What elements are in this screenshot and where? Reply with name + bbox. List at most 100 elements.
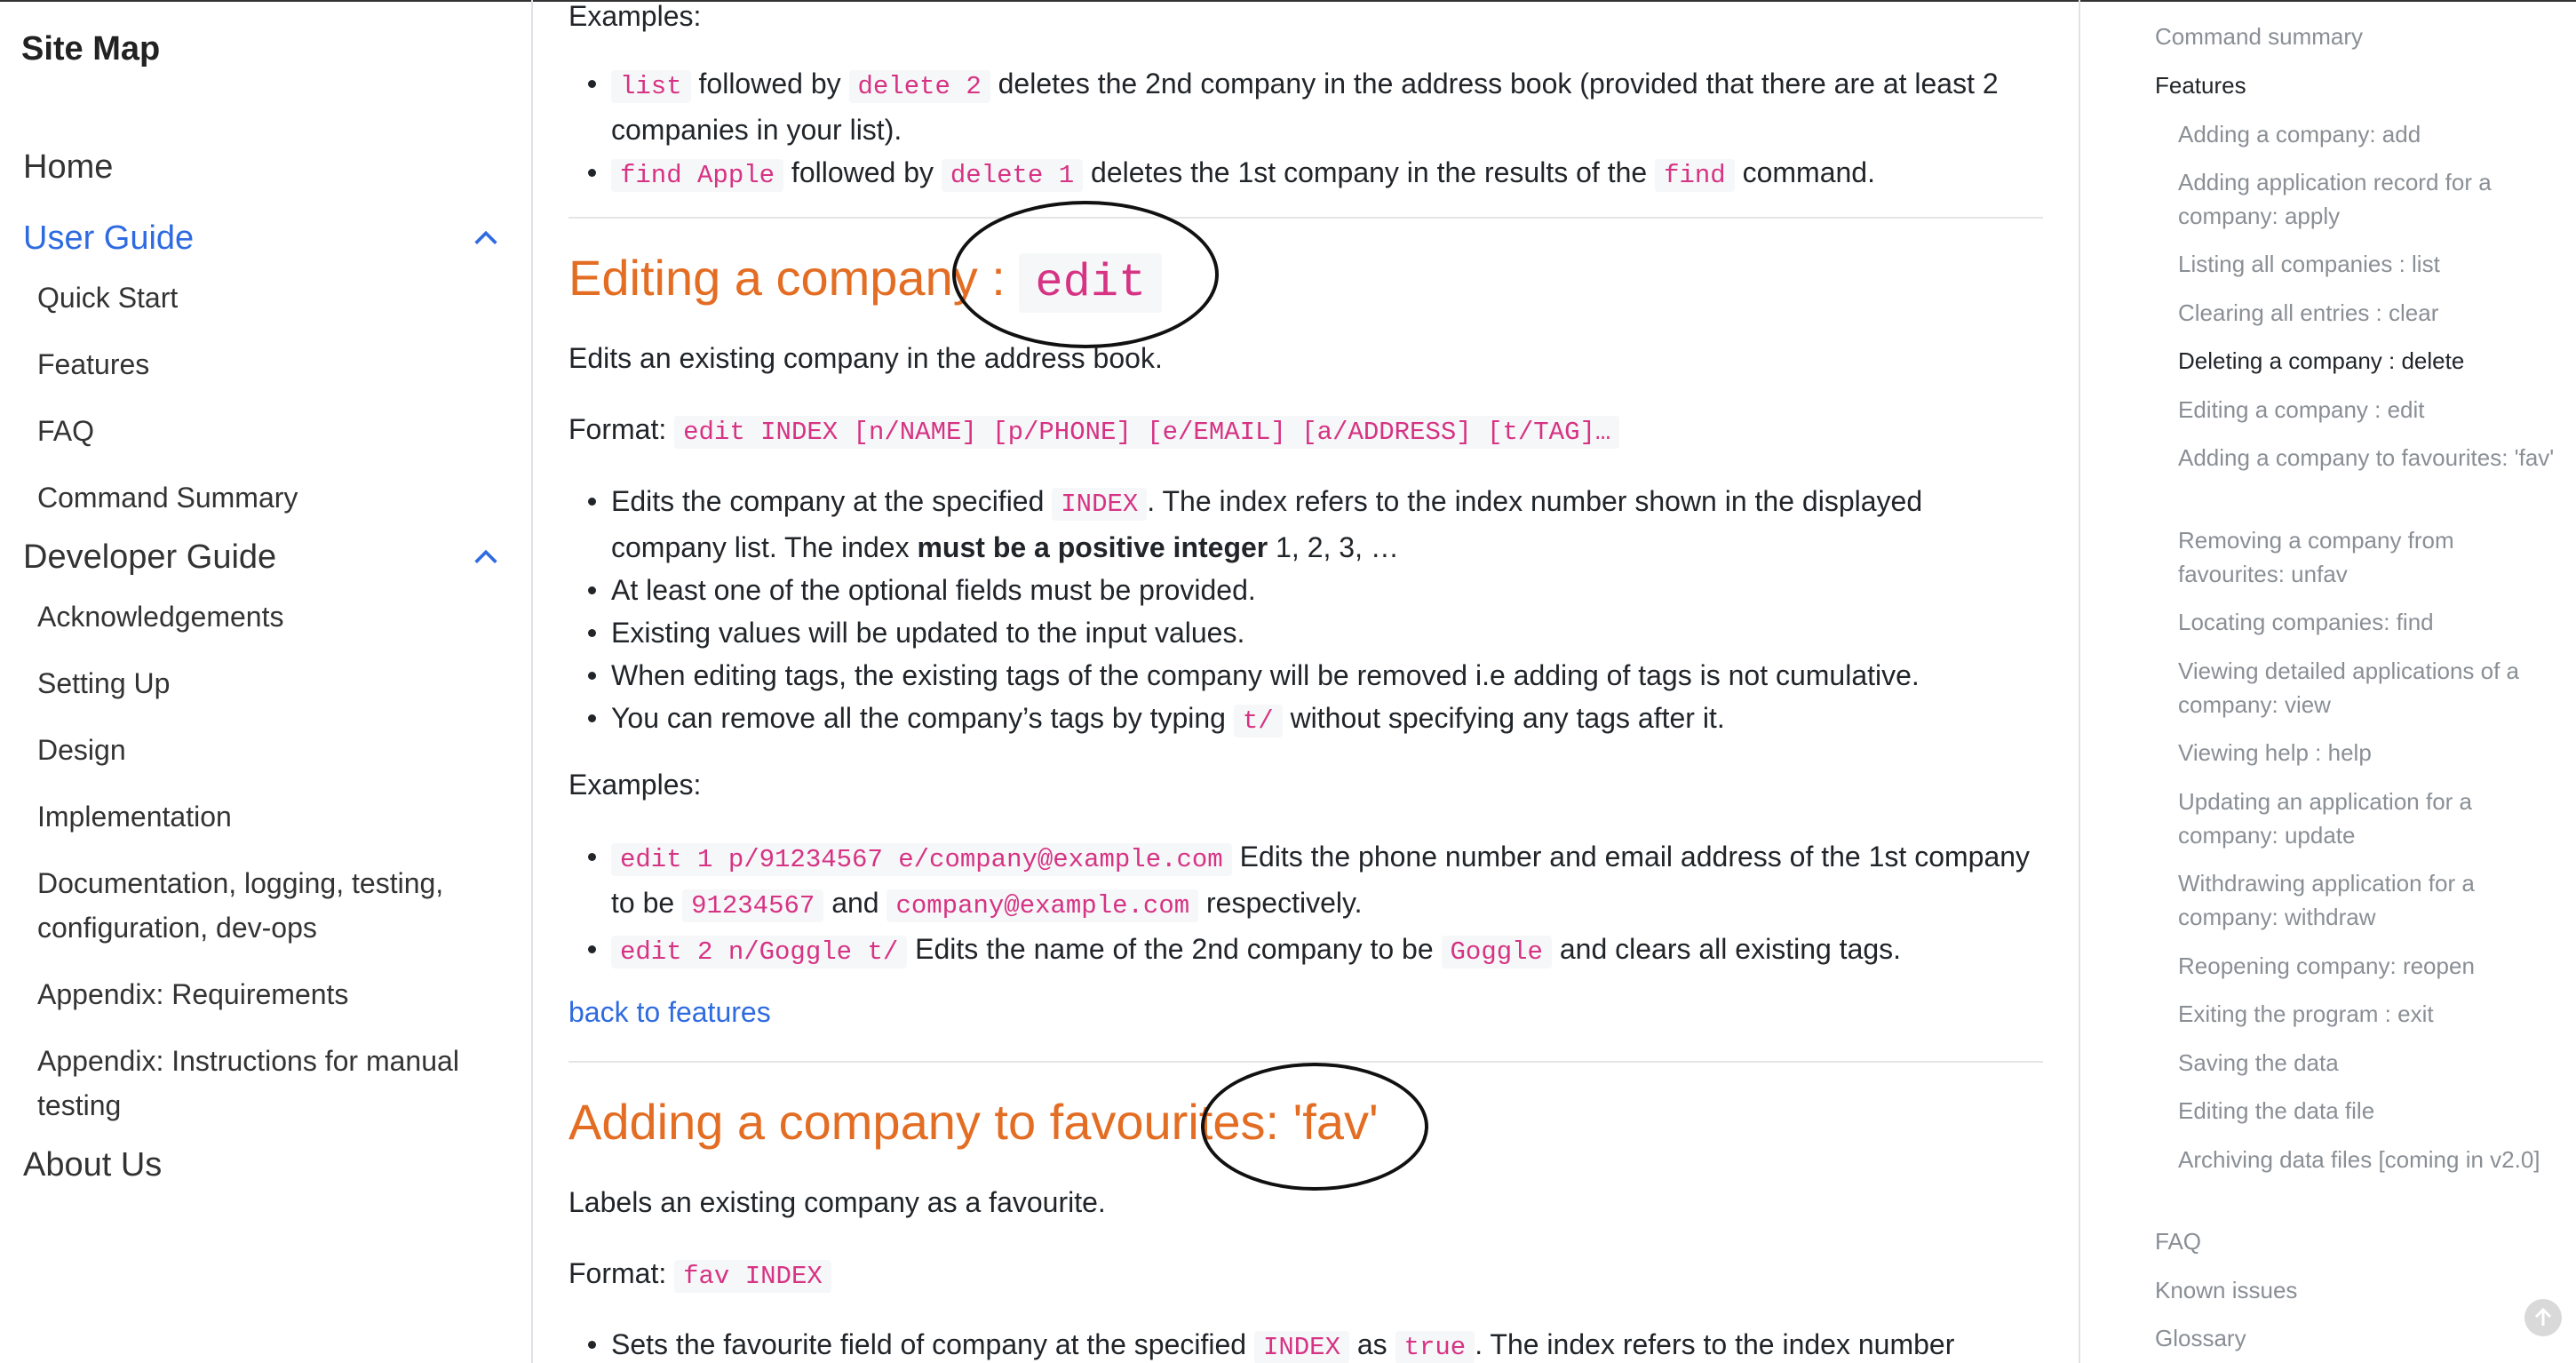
example-text: command. [1742,156,1875,188]
inline-code: delete 1 [941,159,1084,192]
nav-about-us[interactable]: About Us [0,1140,533,1190]
fav-notes-list: Sets the favourite field of company at t… [568,1323,2043,1363]
inline-code: 91234567 [682,889,824,922]
toc-item[interactable]: Viewing help : help [2178,736,2560,769]
nav-features[interactable]: Features [0,342,533,387]
toc-item[interactable]: Updating an application for a company: u… [2178,785,2560,852]
examples-label-top: Examples: [568,0,702,32]
inline-code: find [1655,159,1735,192]
nav-implementation[interactable]: Implementation [0,794,533,839]
delete-examples-list: list followed by delete 2 deletes the 2n… [568,62,2043,197]
list-item: edit 2 n/Goggle t/ Edits the name of the… [568,928,2043,974]
nav-setting-up[interactable]: Setting Up [0,661,533,705]
list-item: At least one of the optional fields must… [568,569,2043,611]
inline-code: true [1395,1331,1475,1363]
toc-item[interactable]: Listing all companies : list [2178,247,2560,281]
inline-code: INDEX [1052,488,1148,521]
example-text: Edits the name of the 2nd company to be [915,933,1434,965]
nav-appendix-requirements[interactable]: Appendix: Requirements [0,972,533,1016]
toc-item[interactable]: Command summary [2155,20,2564,53]
arrow-up-icon [2534,1307,2552,1326]
edit-examples-list: edit 1 p/91234567 e/company@example.com … [568,835,2043,974]
edit-format: Format: edit INDEX [n/NAME] [p/PHONE] [e… [568,408,1620,454]
toc-item[interactable]: Deleting a company : delete [2178,344,2560,378]
chevron-up-icon[interactable] [471,542,501,572]
example-text: followed by [698,68,841,100]
fav-description: Labels an existing company as a favourit… [568,1186,1106,1218]
nav-user-guide-label: User Guide [23,219,195,257]
toc-item[interactable]: Locating companies: find [2178,605,2560,639]
example-text: respectively. [1206,887,1363,919]
chevron-up-icon[interactable] [471,223,501,253]
nav-user-guide[interactable]: User Guide [0,213,533,263]
note-bold: must be a positive integer [917,531,1268,563]
scroll-to-top-button[interactable] [2524,1299,2562,1336]
toc-item[interactable]: Adding a company: add [2178,117,2560,151]
inline-code: INDEX [1253,1331,1349,1363]
toc-item[interactable]: Withdrawing application for a company: w… [2178,866,2560,934]
edit-notes-list: Edits the company at the specified INDEX… [568,480,2043,743]
toc-item[interactable]: Editing the data file [2178,1094,2560,1128]
toc-item[interactable]: Adding application record for a company:… [2178,165,2560,233]
toc-item[interactable]: Reopening company: reopen [2178,949,2560,983]
example-text: and clears all existing tags. [1559,933,1902,965]
nav-home-label: Home [23,147,114,186]
nav-design[interactable]: Design [0,728,533,772]
nav-documentation[interactable]: Documentation, logging, testing, configu… [0,861,462,950]
note-text: as [1356,1328,1387,1360]
inline-code: t/ [1233,705,1283,737]
list-item: list followed by delete 2 deletes the 2n… [568,62,2043,151]
note-text: You can remove all the company’s tags by… [611,702,1226,734]
table-of-contents: Command summary Features Adding a compan… [2079,0,2576,1363]
toc-item[interactable]: Glossary [2155,1321,2564,1355]
nav-about-us-label: About Us [23,1145,163,1184]
note-text: without specifying any tags after it. [1290,702,1725,734]
inline-code: Goggle [1441,936,1552,968]
format-label: Format: [568,1257,667,1289]
toc-item[interactable]: Saving the data [2178,1046,2560,1080]
nav-quick-start[interactable]: Quick Start [0,275,533,320]
toc-item[interactable]: FAQ [2155,1224,2564,1258]
nav-developer-guide[interactable]: Developer Guide [0,532,533,582]
back-to-features-link[interactable]: back to features [568,991,771,1033]
inline-code: edit 2 n/Goggle t/ [611,936,908,968]
toc-item[interactable]: Archiving data files [coming in v2.0] [2178,1143,2560,1176]
annotation-circle [1201,1063,1428,1191]
toc-item[interactable]: Editing a company : edit [2178,393,2560,426]
inline-code: company@example.com [886,889,1199,922]
list-item: edit 1 p/91234567 e/company@example.com … [568,835,2043,928]
user-guide-items: Quick Start Features FAQ Command Summary [0,275,533,520]
toc-item[interactable]: Features [2155,68,2564,102]
toc-item[interactable]: Clearing all entries : clear [2178,296,2560,330]
toc-item[interactable]: Adding a company to favourites: 'fav' [2178,441,2560,474]
toc-item[interactable]: Viewing detailed applications of a compa… [2178,654,2560,721]
example-text: deletes the 1st company in the results o… [1091,156,1648,188]
inline-code: edit 1 p/91234567 e/company@example.com [611,843,1232,876]
inline-code: list [611,70,691,103]
note-text: 1, 2, 3, … [1276,531,1399,563]
note-text: Sets the favourite field of company at t… [611,1328,1247,1360]
nav-appendix-manual-testing[interactable]: Appendix: Instructions for manual testin… [0,1039,462,1128]
format-label: Format: [568,413,667,445]
nav-home[interactable]: Home [0,142,533,192]
edit-heading-text: Editing a company : [568,250,1006,306]
section-divider [568,217,2043,219]
toc-item[interactable]: Known issues [2155,1273,2564,1307]
nav-command-summary[interactable]: Command Summary [0,475,533,520]
toc-item[interactable]: Exiting the program : exit [2178,997,2560,1031]
main-content: Examples: list followed by delete 2 dele… [568,0,2043,1363]
note-text: . The index refers to the index number [1475,1328,1955,1360]
list-item: You can remove all the company’s tags by… [568,697,2043,743]
list-item: Edits the company at the specified INDEX… [568,480,1990,569]
nav-acknowledgements[interactable]: Acknowledgements [0,594,533,639]
note-text: Edits the company at the specified [611,485,1045,517]
nav-developer-guide-label: Developer Guide [23,538,277,576]
developer-guide-items: Acknowledgements Setting Up Design Imple… [0,594,533,1128]
toc-item[interactable]: Removing a company from favourites: unfa… [2178,523,2560,591]
site-map-nav: Home User Guide Quick Start Features FAQ… [0,142,533,1213]
nav-faq[interactable]: FAQ [0,409,533,453]
example-text: and [831,887,879,919]
list-item: When editing tags, the existing tags of … [568,654,2043,697]
site-map-title: Site Map [21,30,161,68]
inline-code: delete 2 [848,70,990,103]
